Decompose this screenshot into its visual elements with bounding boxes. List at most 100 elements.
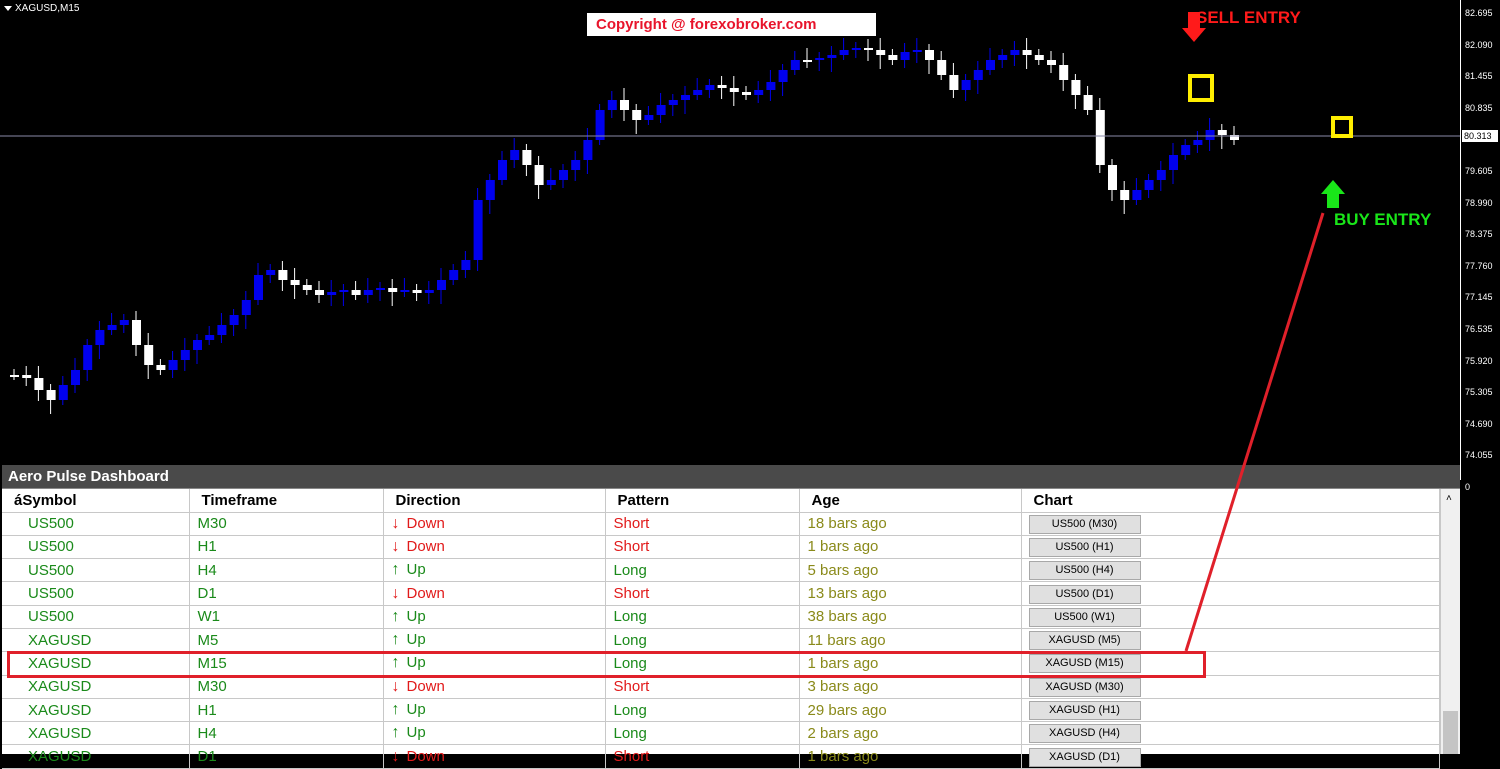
cell-direction: ↓ Down [383, 535, 606, 560]
candle-body [729, 88, 739, 92]
direction-text: Up [406, 607, 426, 625]
up-arrow-icon: ↑ [391, 561, 400, 579]
direction-text: Up [406, 724, 426, 742]
table-row[interactable]: US500 M30 ↓ Down Short 18 bars ago US500 (M30) [2, 512, 1440, 536]
down-arrow-icon: ↓ [391, 537, 400, 555]
cell-timeframe: M15 [189, 651, 384, 676]
candle-body [583, 140, 593, 160]
cell-symbol: XAGUSD [2, 721, 190, 746]
table-row[interactable]: XAGUSD H1 ↑ Up Long 29 bars ago XAGUSD (H1) [2, 698, 1440, 723]
up-arrow-icon: ↑ [391, 607, 400, 625]
open-chart-button[interactable]: US500 (W1) [1028, 607, 1141, 627]
candle-body [888, 55, 898, 60]
candle-body [339, 290, 349, 292]
candle-body [925, 50, 934, 60]
candle-body [10, 375, 19, 377]
zoom-icon[interactable]: 🔍︎ [1458, 712, 1488, 742]
price-tick-label: 81.455 [1465, 71, 1493, 82]
header-direction[interactable]: Direction [383, 489, 606, 513]
candle-body [656, 105, 666, 115]
header-symbol[interactable]: áSymbol [2, 489, 190, 513]
cell-direction: ↓ Down [383, 581, 606, 606]
table-row[interactable]: XAGUSD M5 ↑ Up Long 11 bars ago XAGUSD (M5) [2, 628, 1440, 653]
scroll-thumb[interactable] [1443, 711, 1458, 754]
candle-body [254, 275, 263, 300]
candle-body [607, 100, 617, 110]
direction-text: Up [406, 561, 426, 579]
cell-pattern: Short [605, 675, 800, 699]
price-chart[interactable]: XAGUSD,M15 Copyright @ forexobroker.com … [0, 0, 1500, 463]
candle-body [559, 170, 568, 180]
header-pattern[interactable]: Pattern [605, 489, 800, 513]
table-row[interactable]: US500 D1 ↓ Down Short 13 bars ago US500 (D1) [2, 581, 1440, 606]
dashboard-title: Aero Pulse Dashboard [2, 465, 1460, 489]
candle-body [498, 160, 507, 180]
candle-body [437, 280, 446, 290]
table-row[interactable]: XAGUSD D1 ↓ Down Short 1 bars ago XAGUSD (D1) [2, 744, 1440, 769]
vertical-scrollbar[interactable]: ˄ [1440, 489, 1460, 754]
header-age[interactable]: Age [799, 489, 1022, 513]
table-row[interactable]: US500 H4 ↑ Up Long 5 bars ago US500 (H4) [2, 558, 1440, 583]
candle-body [412, 290, 422, 293]
candle-body [144, 345, 154, 365]
header-timeframe[interactable]: Timeframe [189, 489, 384, 513]
cell-age: 13 bars ago [799, 581, 1022, 606]
candle-body [839, 50, 849, 55]
price-tick-label: 80.835 [1465, 102, 1493, 113]
open-chart-button[interactable]: XAGUSD (D1) [1028, 747, 1141, 767]
candle-body [1108, 165, 1117, 190]
candle-body [58, 385, 68, 400]
open-chart-button[interactable]: XAGUSD (M15) [1028, 654, 1141, 674]
cell-timeframe: M30 [189, 512, 384, 536]
cell-timeframe: M5 [189, 628, 384, 653]
scroll-up-icon[interactable]: ˄ [1446, 493, 1452, 504]
direction-text: Down [406, 537, 445, 555]
open-chart-button[interactable]: XAGUSD (H1) [1028, 701, 1141, 721]
candle-body [1083, 95, 1093, 110]
price-axis: 82.69582.09081.45580.83580.22079.60578.9… [1460, 0, 1500, 492]
dropdown-triangle-icon[interactable] [4, 5, 12, 11]
cell-age: 3 bars ago [799, 675, 1022, 699]
cell-chart: US500 (H1) [1021, 535, 1440, 560]
header-chart[interactable]: Chart [1021, 489, 1440, 513]
open-chart-button[interactable]: XAGUSD (H4) [1028, 724, 1141, 744]
table-row[interactable]: US500 H1 ↓ Down Short 1 bars ago US500 (H1) [2, 535, 1440, 560]
open-chart-button[interactable]: US500 (M30) [1028, 514, 1141, 534]
price-tick-label: 78.990 [1465, 197, 1493, 208]
candle-body [571, 160, 581, 170]
table-row[interactable]: US500 W1 ↑ Up Long 38 bars ago US500 (W1) [2, 605, 1440, 629]
cell-direction: ↑ Up [383, 628, 606, 653]
table-row[interactable]: XAGUSD H4 ↑ Up Long 2 bars ago XAGUSD (H4) [2, 721, 1440, 746]
price-tick-label: 82.090 [1465, 39, 1493, 50]
candle-body [827, 55, 837, 58]
price-tick-label: 78.375 [1465, 229, 1493, 240]
cell-chart: XAGUSD (M30) [1021, 675, 1440, 699]
cell-direction: ↓ Down [383, 744, 606, 769]
sell-entry-label: SELL ENTRY [1196, 8, 1301, 27]
candle-body [1010, 50, 1020, 55]
down-arrow-icon: ↓ [391, 584, 400, 602]
candle-body [1095, 110, 1105, 165]
candle-body [168, 360, 178, 370]
candle-body [1193, 140, 1203, 145]
candle-body [180, 350, 190, 360]
open-chart-button[interactable]: XAGUSD (M5) [1028, 631, 1141, 651]
cell-age: 1 bars ago [799, 651, 1022, 676]
candle-body [534, 165, 544, 185]
open-chart-button[interactable]: US500 (H4) [1028, 561, 1141, 581]
candle-body [510, 150, 520, 160]
direction-text: Up [406, 631, 426, 649]
open-chart-button[interactable]: XAGUSD (M30) [1028, 677, 1141, 697]
cell-symbol: XAGUSD [2, 698, 190, 723]
candle-body [424, 290, 434, 293]
open-chart-button[interactable]: US500 (H1) [1028, 537, 1141, 557]
cell-age: 38 bars ago [799, 605, 1022, 629]
cell-symbol: US500 [2, 535, 190, 560]
candle-body [815, 58, 825, 60]
table-row[interactable]: XAGUSD M30 ↓ Down Short 3 bars ago XAGUSD (M30… [2, 675, 1440, 699]
cell-age: 2 bars ago [799, 721, 1022, 746]
open-chart-button[interactable]: US500 (D1) [1028, 584, 1141, 604]
cell-direction: ↑ Up [383, 698, 606, 723]
candle-body [22, 375, 32, 378]
table-row[interactable]: XAGUSD M15 ↑ Up Long 1 bars ago XAGUSD (M15) [2, 651, 1440, 676]
